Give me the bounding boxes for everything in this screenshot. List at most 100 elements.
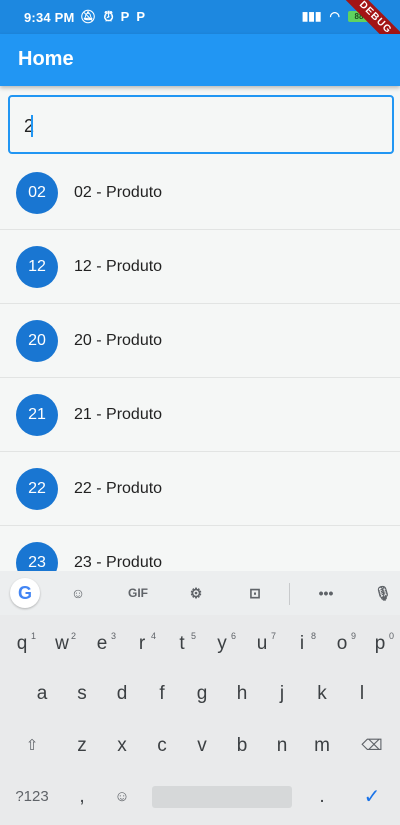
key-hint: 2 (70, 631, 76, 641)
toolbar-divider (289, 583, 290, 605)
key-l[interactable]: l (342, 674, 382, 714)
key-hint: 9 (350, 631, 356, 641)
key-label: e (96, 633, 108, 654)
key-row-3: ⇧ z x c v b n m ⌫ (0, 726, 400, 766)
key-r[interactable]: r4 (122, 624, 162, 664)
key-label: t (179, 633, 185, 654)
search-field[interactable] (8, 95, 394, 154)
google-icon[interactable]: G (10, 578, 40, 608)
avatar: 02 (16, 172, 58, 214)
key-s[interactable]: s (62, 674, 102, 714)
key-hint: 5 (190, 631, 196, 641)
list-item[interactable]: 12 12 - Produto (0, 230, 400, 304)
key-period[interactable]: . (302, 777, 342, 817)
key-v[interactable]: v (182, 726, 222, 766)
key-p[interactable]: p0 (360, 624, 400, 664)
translate-icon[interactable]: ⊡ (240, 581, 270, 605)
key-hint: 1 (30, 631, 36, 641)
sticker-icon[interactable]: ☺ (63, 581, 93, 605)
product-list[interactable]: 02 02 - Produto 12 12 - Produto 20 20 - … (0, 156, 400, 571)
key-label: q (16, 633, 28, 654)
key-k[interactable]: k (302, 674, 342, 714)
key-row-1: q1 w2 e3 r4 t5 y6 u7 i8 o9 p0 (0, 624, 400, 664)
key-y[interactable]: y6 (202, 624, 242, 664)
key-hint: 7 (270, 631, 276, 641)
key-label: p (374, 633, 386, 654)
alarm-icon: ⏰︎ (103, 9, 114, 24)
key-hint: 3 (110, 631, 116, 641)
avatar: 12 (16, 246, 58, 288)
mute-icon: 🔕︎ (80, 9, 97, 24)
gear-icon[interactable]: ⚙ (181, 581, 211, 605)
key-hint: 8 (310, 631, 316, 641)
status-time: 9:34 PM (24, 10, 75, 25)
list-item[interactable]: 23 23 - Produto (0, 526, 400, 571)
wifi-icon: ◠ (329, 9, 340, 23)
key-n[interactable]: n (262, 726, 302, 766)
list-item-label: 22 - Produto (74, 480, 163, 497)
avatar: 21 (16, 394, 58, 436)
key-h[interactable]: h (222, 674, 262, 714)
key-label: u (256, 633, 268, 654)
key-m[interactable]: m (302, 726, 342, 766)
list-item[interactable]: 20 20 - Produto (0, 304, 400, 378)
key-c[interactable]: c (142, 726, 182, 766)
key-hint: 6 (230, 631, 236, 641)
avatar: 22 (16, 468, 58, 510)
shift-icon[interactable]: ⇧ (12, 726, 52, 766)
avatar: 20 (16, 320, 58, 362)
key-label: i (299, 633, 305, 654)
list-item-label: 23 - Produto (74, 554, 163, 571)
more-icon[interactable]: ••• (311, 581, 341, 605)
key-e[interactable]: e3 (82, 624, 122, 664)
backspace-icon[interactable]: ⌫ (352, 726, 392, 766)
key-a[interactable]: a (22, 674, 62, 714)
key-w[interactable]: w2 (42, 624, 82, 664)
key-u[interactable]: u7 (242, 624, 282, 664)
parking-icon: P (136, 9, 145, 24)
list-item-label: 20 - Produto (74, 332, 163, 349)
key-label: r (138, 633, 146, 654)
emoji-icon[interactable]: ☺ (102, 777, 142, 817)
text-cursor (31, 115, 33, 137)
parking-icon: P (120, 9, 130, 24)
keyboard-toolbar: G ☺ GIF ⚙ ⊡ ••• 🎙︎ (0, 571, 400, 615)
key-q[interactable]: q1 (2, 624, 42, 664)
microphone-icon[interactable]: 🎙︎ (368, 581, 398, 605)
key-d[interactable]: d (102, 674, 142, 714)
key-comma[interactable]: , (62, 777, 102, 817)
status-bar: 9:34 PM 🔕︎ ⏰︎ P P ▮▮▮ ◠ 88 DEBUG (0, 0, 400, 63)
key-label: y (217, 633, 227, 654)
key-g[interactable]: g (182, 674, 222, 714)
check-icon[interactable]: ✓ (352, 777, 392, 817)
page-title: Home (18, 48, 74, 70)
key-i[interactable]: i8 (282, 624, 322, 664)
key-label: w (55, 633, 69, 654)
key-b[interactable]: b (222, 726, 262, 766)
key-row-2: a s d f g h j k l (0, 674, 400, 714)
app-bar: Home (0, 34, 400, 86)
list-item[interactable]: 02 02 - Produto (0, 156, 400, 230)
list-item[interactable]: 21 21 - Produto (0, 378, 400, 452)
key-hint: 0 (388, 631, 394, 641)
symbols-key[interactable]: ?123 (12, 777, 52, 817)
signal-icon: ▮▮▮ (301, 9, 322, 23)
soft-keyboard: G ☺ GIF ⚙ ⊡ ••• 🎙︎ q1 w2 e3 r4 t5 y6 u7 … (0, 571, 400, 825)
key-f[interactable]: f (142, 674, 182, 714)
list-item-label: 21 - Produto (74, 406, 163, 423)
avatar: 23 (16, 542, 58, 571)
key-x[interactable]: x (102, 726, 142, 766)
search-input[interactable] (22, 115, 366, 138)
key-j[interactable]: j (262, 674, 302, 714)
status-left-icons: 🔕︎ ⏰︎ P P (80, 9, 145, 25)
key-hint: 4 (150, 631, 156, 641)
key-o[interactable]: o9 (322, 624, 362, 664)
space-bar[interactable] (152, 786, 292, 808)
key-z[interactable]: z (62, 726, 102, 766)
list-item[interactable]: 22 22 - Produto (0, 452, 400, 526)
key-label: o (336, 633, 348, 654)
list-item-label: 02 - Produto (74, 184, 163, 201)
gif-button[interactable]: GIF (122, 581, 154, 605)
key-t[interactable]: t5 (162, 624, 202, 664)
list-item-label: 12 - Produto (74, 258, 163, 275)
